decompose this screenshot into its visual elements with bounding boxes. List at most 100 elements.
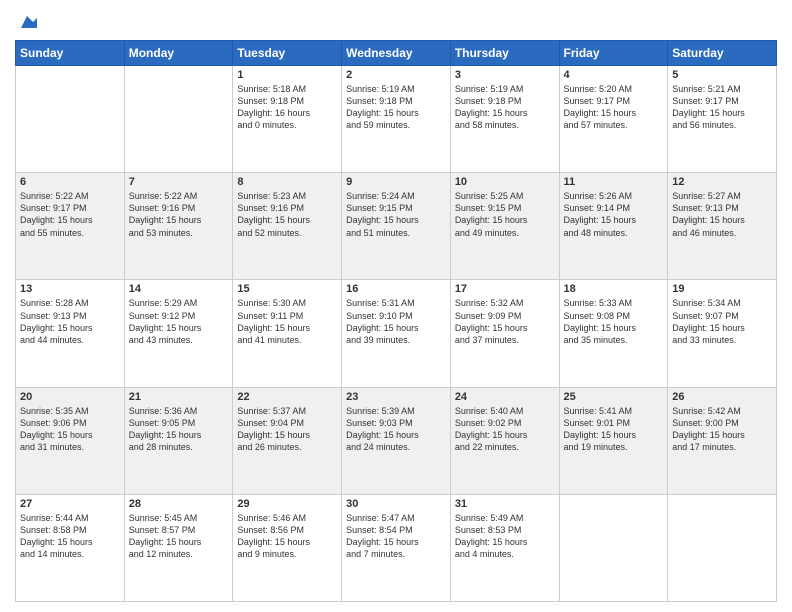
cell-info: Sunrise: 5:47 AM Sunset: 8:54 PM Dayligh…: [346, 512, 446, 561]
calendar-cell: 12 Sunrise: 5:27 AM Sunset: 9:13 PM Dayli…: [668, 173, 777, 280]
day-number: 31: [455, 498, 555, 510]
cell-info: Sunrise: 5:29 AM Sunset: 9:12 PM Dayligh…: [129, 297, 229, 346]
cell-info: Sunrise: 5:19 AM Sunset: 9:18 PM Dayligh…: [346, 83, 446, 132]
cell-info: Sunrise: 5:37 AM Sunset: 9:04 PM Dayligh…: [237, 405, 337, 454]
day-number: 10: [455, 176, 555, 188]
calendar-cell: 9 Sunrise: 5:24 AM Sunset: 9:15 PM Daylig…: [342, 173, 451, 280]
day-header-wednesday: Wednesday: [342, 41, 451, 66]
calendar-cell: 1 Sunrise: 5:18 AM Sunset: 9:18 PM Daylig…: [233, 66, 342, 173]
day-header-friday: Friday: [559, 41, 668, 66]
day-number: 9: [346, 176, 446, 188]
calendar-cell: 29 Sunrise: 5:46 AM Sunset: 8:56 PM Dayli…: [233, 494, 342, 601]
calendar-cell: 13 Sunrise: 5:28 AM Sunset: 9:13 PM Dayli…: [16, 280, 125, 387]
day-number: 30: [346, 498, 446, 510]
calendar-cell: 7Sunrise: 5:22 AM Sunset: 9:16 PM Daylig…: [124, 173, 233, 280]
cell-info: Sunrise: 5:21 AM Sunset: 9:17 PM Dayligh…: [672, 83, 772, 132]
day-number: 26: [672, 391, 772, 403]
day-number: 22: [237, 391, 337, 403]
cell-info: Sunrise: 5:39 AM Sunset: 9:03 PM Dayligh…: [346, 405, 446, 454]
calendar-cell: 15 Sunrise: 5:30 AM Sunset: 9:11 PM Dayli…: [233, 280, 342, 387]
calendar-cell: 22 Sunrise: 5:37 AM Sunset: 9:04 PM Dayli…: [233, 387, 342, 494]
cell-info: Sunrise: 5:30 AM Sunset: 9:11 PM Dayligh…: [237, 297, 337, 346]
cell-info: Sunrise: 5:44 AM Sunset: 8:58 PM Dayligh…: [20, 512, 120, 561]
cell-info: Sunrise: 5:23 AM Sunset: 9:16 PM Dayligh…: [237, 190, 337, 239]
cell-info: Sunrise: 5:26 AM Sunset: 9:14 PM Dayligh…: [564, 190, 664, 239]
day-number: 11: [564, 176, 664, 188]
cell-info: Sunrise: 5:42 AM Sunset: 9:00 PM Dayligh…: [672, 405, 772, 454]
calendar-cell: [559, 494, 668, 601]
cell-info: Sunrise: 5:18 AM Sunset: 9:18 PM Dayligh…: [237, 83, 337, 132]
day-number: 1: [237, 69, 337, 81]
cell-info: Sunrise: 5:33 AM Sunset: 9:08 PM Dayligh…: [564, 297, 664, 346]
cell-info: Sunrise: 5:31 AM Sunset: 9:10 PM Dayligh…: [346, 297, 446, 346]
cell-info: Sunrise: 5:40 AM Sunset: 9:02 PM Dayligh…: [455, 405, 555, 454]
cell-info: Sunrise: 5:36 AM Sunset: 9:05 PM Dayligh…: [129, 405, 229, 454]
day-header-sunday: Sunday: [16, 41, 125, 66]
calendar-cell: 2 Sunrise: 5:19 AM Sunset: 9:18 PM Daylig…: [342, 66, 451, 173]
calendar-cell: 31 Sunrise: 5:49 AM Sunset: 8:53 PM Dayli…: [450, 494, 559, 601]
calendar-week-row: 27 Sunrise: 5:44 AM Sunset: 8:58 PM Dayli…: [16, 494, 777, 601]
cell-info: Sunrise: 5:20 AM Sunset: 9:17 PM Dayligh…: [564, 83, 664, 132]
calendar-week-row: 6Sunrise: 5:22 AM Sunset: 9:17 PM Daylig…: [16, 173, 777, 280]
calendar-cell: 10 Sunrise: 5:25 AM Sunset: 9:15 PM Dayli…: [450, 173, 559, 280]
day-number: 17: [455, 283, 555, 295]
day-number: 19: [672, 283, 772, 295]
calendar-cell: 24 Sunrise: 5:40 AM Sunset: 9:02 PM Dayli…: [450, 387, 559, 494]
calendar-cell: [668, 494, 777, 601]
day-number: 16: [346, 283, 446, 295]
cell-info: Sunrise: 5:28 AM Sunset: 9:13 PM Dayligh…: [20, 297, 120, 346]
cell-info: Sunrise: 5:41 AM Sunset: 9:01 PM Dayligh…: [564, 405, 664, 454]
day-number: 23: [346, 391, 446, 403]
day-number: 28: [129, 498, 229, 510]
day-number: 27: [20, 498, 120, 510]
calendar-cell: 30 Sunrise: 5:47 AM Sunset: 8:54 PM Dayli…: [342, 494, 451, 601]
calendar-week-row: 20Sunrise: 5:35 AM Sunset: 9:06 PM Dayli…: [16, 387, 777, 494]
day-number: 15: [237, 283, 337, 295]
calendar-cell: 27 Sunrise: 5:44 AM Sunset: 8:58 PM Dayli…: [16, 494, 125, 601]
day-number: 2: [346, 69, 446, 81]
calendar-cell: 5 Sunrise: 5:21 AM Sunset: 9:17 PM Daylig…: [668, 66, 777, 173]
calendar-cell: 11 Sunrise: 5:26 AM Sunset: 9:14 PM Dayli…: [559, 173, 668, 280]
calendar-cell: 17 Sunrise: 5:32 AM Sunset: 9:09 PM Dayli…: [450, 280, 559, 387]
day-number: 5: [672, 69, 772, 81]
day-number: 12: [672, 176, 772, 188]
header: [15, 10, 777, 32]
cell-info: Sunrise: 5:34 AM Sunset: 9:07 PM Dayligh…: [672, 297, 772, 346]
cell-info: Sunrise: 5:25 AM Sunset: 9:15 PM Dayligh…: [455, 190, 555, 239]
day-header-saturday: Saturday: [668, 41, 777, 66]
cell-info: Sunrise: 5:22 AM Sunset: 9:17 PM Dayligh…: [20, 190, 120, 239]
cell-info: Sunrise: 5:24 AM Sunset: 9:15 PM Dayligh…: [346, 190, 446, 239]
day-number: 21: [129, 391, 229, 403]
day-number: 25: [564, 391, 664, 403]
day-header-thursday: Thursday: [450, 41, 559, 66]
day-header-tuesday: Tuesday: [233, 41, 342, 66]
calendar-week-row: 13 Sunrise: 5:28 AM Sunset: 9:13 PM Dayli…: [16, 280, 777, 387]
cell-info: Sunrise: 5:46 AM Sunset: 8:56 PM Dayligh…: [237, 512, 337, 561]
cell-info: Sunrise: 5:22 AM Sunset: 9:16 PM Dayligh…: [129, 190, 229, 239]
calendar-cell: 3Sunrise: 5:19 AM Sunset: 9:18 PM Daylig…: [450, 66, 559, 173]
calendar-cell: 18Sunrise: 5:33 AM Sunset: 9:08 PM Dayli…: [559, 280, 668, 387]
calendar-cell: 14 Sunrise: 5:29 AM Sunset: 9:12 PM Dayli…: [124, 280, 233, 387]
day-header-monday: Monday: [124, 41, 233, 66]
cell-info: Sunrise: 5:49 AM Sunset: 8:53 PM Dayligh…: [455, 512, 555, 561]
calendar-week-row: 1 Sunrise: 5:18 AM Sunset: 9:18 PM Daylig…: [16, 66, 777, 173]
day-number: 24: [455, 391, 555, 403]
calendar-cell: [124, 66, 233, 173]
calendar-cell: 19 Sunrise: 5:34 AM Sunset: 9:07 PM Dayli…: [668, 280, 777, 387]
page: SundayMondayTuesdayWednesdayThursdayFrid…: [0, 0, 792, 612]
calendar-cell: [16, 66, 125, 173]
day-number: 14: [129, 283, 229, 295]
calendar-cell: 25 Sunrise: 5:41 AM Sunset: 9:01 PM Dayli…: [559, 387, 668, 494]
calendar-cell: 28Sunrise: 5:45 AM Sunset: 8:57 PM Dayli…: [124, 494, 233, 601]
calendar-cell: 8 Sunrise: 5:23 AM Sunset: 9:16 PM Daylig…: [233, 173, 342, 280]
logo: [15, 10, 37, 32]
calendar-cell: 6Sunrise: 5:22 AM Sunset: 9:17 PM Daylig…: [16, 173, 125, 280]
day-number: 29: [237, 498, 337, 510]
day-number: 13: [20, 283, 120, 295]
calendar-cell: 20Sunrise: 5:35 AM Sunset: 9:06 PM Dayli…: [16, 387, 125, 494]
cell-info: Sunrise: 5:32 AM Sunset: 9:09 PM Dayligh…: [455, 297, 555, 346]
day-number: 8: [237, 176, 337, 188]
cell-info: Sunrise: 5:19 AM Sunset: 9:18 PM Dayligh…: [455, 83, 555, 132]
cell-info: Sunrise: 5:27 AM Sunset: 9:13 PM Dayligh…: [672, 190, 772, 239]
logo-icon: [17, 12, 37, 32]
